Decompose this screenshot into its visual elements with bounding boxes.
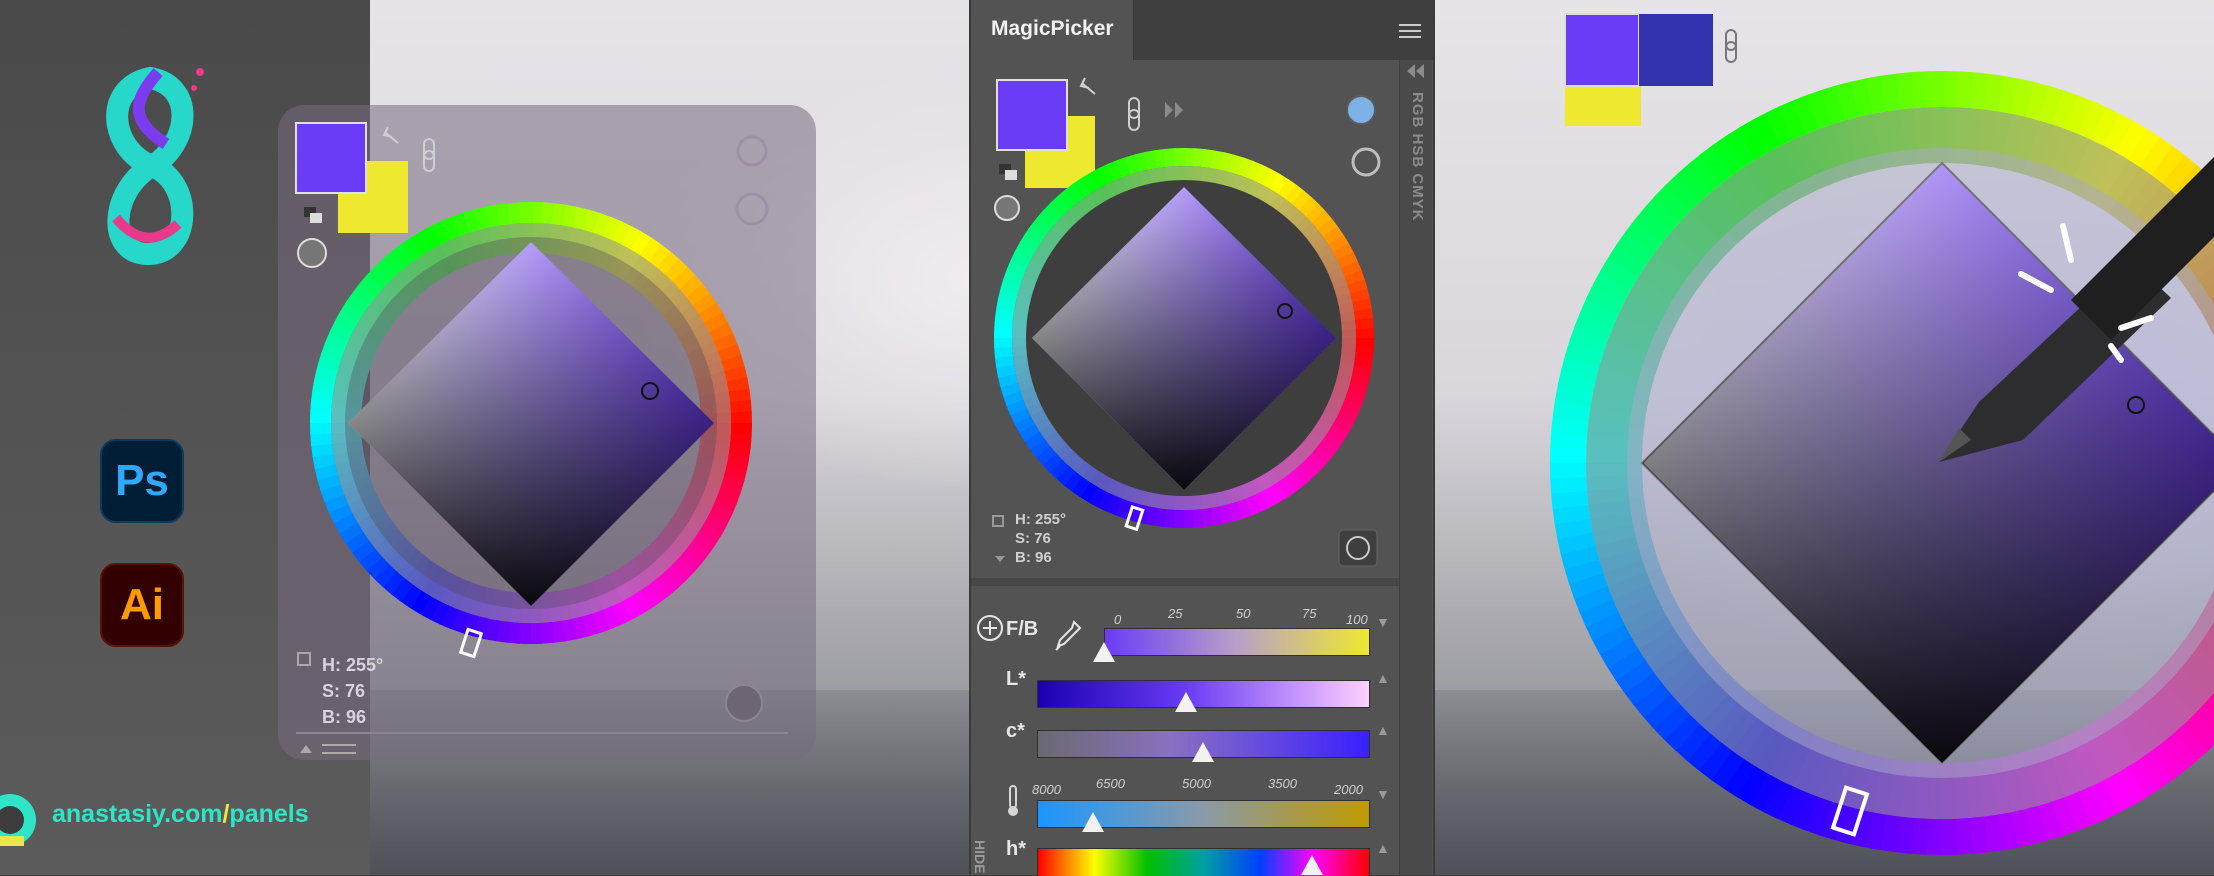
link-icon[interactable] <box>423 138 435 172</box>
temp-tick-5000: 5000 <box>1182 776 1211 791</box>
ring-segment <box>519 202 534 224</box>
zoom-background-swatch[interactable] <box>1565 84 1641 126</box>
h-collapse-icon[interactable]: ▲ <box>1376 840 1390 856</box>
main-settings-button[interactable] <box>1338 529 1378 567</box>
main-hsb-readout: H: 255° S: 76 B: 96 <box>1015 510 1066 567</box>
magicpicker-logo-icon <box>106 66 204 266</box>
c-collapse-icon[interactable]: ▲ <box>1376 722 1390 738</box>
hide-label[interactable]: HIDE <box>972 840 988 873</box>
zoom-secondary-swatch[interactable] <box>1639 14 1713 86</box>
url-domain: anastasiy.com <box>52 800 223 828</box>
temp-tick-2000: 2000 <box>1334 782 1363 797</box>
l-slider-track[interactable] <box>1037 680 1370 708</box>
wheel-mode-icon[interactable] <box>297 238 327 268</box>
fb-tick-100: 100 <box>1346 612 1368 627</box>
hamburger-menu-icon[interactable] <box>1399 22 1421 40</box>
main-hue-value: H: 255° <box>1015 511 1067 528</box>
c-slider-thumb[interactable] <box>1191 742 1214 762</box>
illustrator-label: Ai <box>120 580 164 629</box>
main-lock-icon[interactable] <box>1346 95 1376 125</box>
side-tabs-label[interactable]: RGB HSB CMYK <box>1409 92 1426 222</box>
temp-tick-3500: 3500 <box>1268 776 1297 791</box>
temp-tick-8000: 8000 <box>1032 782 1061 797</box>
lock-icon[interactable] <box>736 135 768 167</box>
harmony-icon[interactable] <box>735 192 769 226</box>
main-harmony-icon[interactable] <box>1351 147 1381 177</box>
main-swap-colors-icon[interactable] <box>1079 77 1096 95</box>
fb-tick-25: 25 <box>1168 606 1183 621</box>
main-foreground-swatch[interactable] <box>996 79 1068 151</box>
main-saturation-value: S: 76 <box>1015 530 1051 547</box>
fb-tick-75: 75 <box>1302 606 1317 621</box>
website-url[interactable]: anastasiy.com/panels <box>52 800 309 829</box>
float-collapse-icon[interactable] <box>300 745 312 753</box>
float-hsb-readout: H: 255° S: 76 B: 96 <box>322 652 383 730</box>
l-slider-label: L* <box>1006 668 1026 690</box>
ring-segment <box>1174 148 1186 167</box>
float-saturation-value: S: 76 <box>322 681 366 701</box>
main-hsb-icon <box>992 515 1004 527</box>
photoshop-icon: Ps <box>100 439 184 523</box>
swap-colors-icon[interactable] <box>382 126 399 144</box>
main-brightness-value: B: 96 <box>1015 549 1052 566</box>
temp-tick-6500: 6500 <box>1096 776 1125 791</box>
panel-title: MagicPicker <box>991 17 1114 40</box>
float-settings-icon[interactable] <box>725 684 763 722</box>
main-wheel-mode-icon[interactable] <box>994 195 1020 221</box>
zoom-foreground-swatch[interactable] <box>1564 13 1640 87</box>
l-slider-thumb[interactable] <box>1174 692 1197 712</box>
main-expand-icon[interactable] <box>995 556 1005 562</box>
fb-slider-track[interactable] <box>1104 628 1370 656</box>
zoomed-picker-view <box>1550 13 2214 855</box>
forward-icon[interactable] <box>1165 102 1183 118</box>
h-slider-thumb[interactable] <box>1300 855 1323 875</box>
float-hsb-icon <box>297 652 311 666</box>
l-collapse-icon[interactable]: ▲ <box>1376 670 1390 686</box>
thermometer-icon <box>1008 785 1018 816</box>
illustrator-icon: Ai <box>100 563 184 647</box>
temp-slider-thumb[interactable] <box>1082 812 1105 832</box>
h-slider-label: h* <box>1006 838 1026 860</box>
float-sliders-icon[interactable] <box>322 744 356 754</box>
add-slider-icon[interactable] <box>976 614 1004 642</box>
collapse-sidebar-icon[interactable] <box>1407 64 1425 78</box>
fb-slider-label: F/B <box>1006 618 1039 640</box>
panel-separator <box>971 578 1399 586</box>
anastasiy-logo-icon <box>0 794 36 846</box>
fb-slider-thumb[interactable] <box>1093 642 1115 662</box>
photoshop-label: Ps <box>115 456 169 505</box>
eyedropper-icon[interactable] <box>1052 620 1082 654</box>
ring-segment <box>1926 71 1946 108</box>
float-hue-value: H: 255° <box>322 655 384 675</box>
float-brightness-value: B: 96 <box>322 707 367 727</box>
url-path: panels <box>229 800 309 828</box>
fb-collapse-icon[interactable]: ▼ <box>1376 614 1390 630</box>
temp-collapse-icon[interactable]: ▼ <box>1376 786 1390 802</box>
fb-tick-50: 50 <box>1236 606 1251 621</box>
zoom-link-icon[interactable] <box>1725 29 1737 63</box>
fb-tick-0: 0 <box>1114 612 1122 627</box>
c-slider-label: c* <box>1006 720 1025 742</box>
main-link-icon[interactable] <box>1128 97 1140 131</box>
main-picker-canvas <box>992 77 1381 567</box>
